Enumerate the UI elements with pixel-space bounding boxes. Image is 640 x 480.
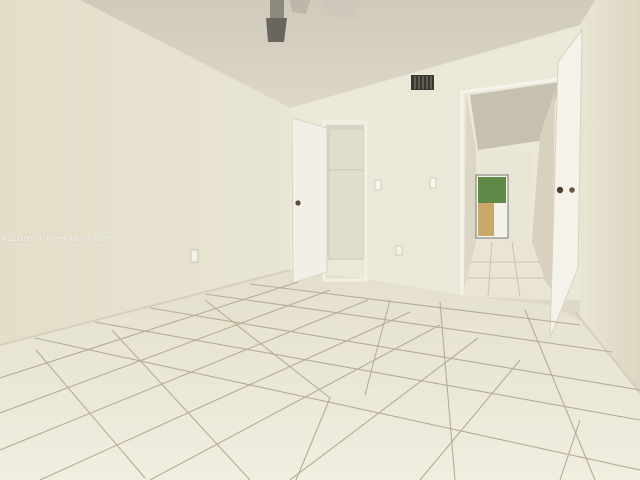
light-switch-2 <box>429 177 437 189</box>
wall-outlet-back <box>395 245 403 256</box>
closet-door <box>291 117 328 284</box>
bedroom-door-knob-back <box>569 187 575 193</box>
exterior-fence <box>478 203 494 236</box>
exterior-sky <box>494 203 506 236</box>
exterior-greenery <box>478 177 506 203</box>
room-photo: A1131868 © Miami MLS® 2025 <box>0 0 640 480</box>
wall-outlet-left <box>190 249 199 263</box>
mls-watermark: A1131868 © Miami MLS® 2025 <box>2 234 110 243</box>
bedroom-door-knob <box>556 186 564 194</box>
ceiling-fan-blade <box>266 18 287 42</box>
closet-interior-wall <box>330 130 363 258</box>
closet-door-knob <box>295 200 301 206</box>
light-switch <box>374 179 382 191</box>
